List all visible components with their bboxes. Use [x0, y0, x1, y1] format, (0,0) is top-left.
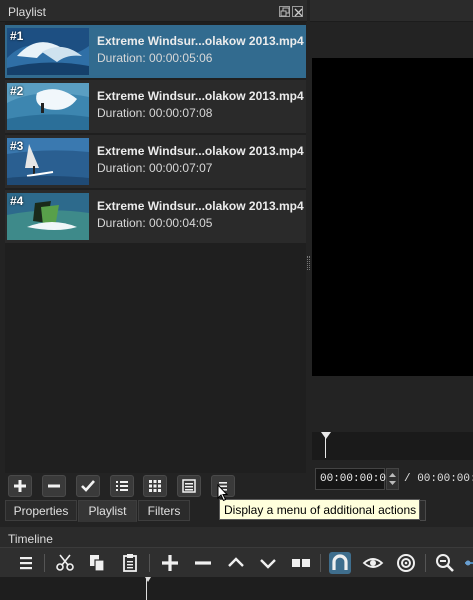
cut-icon[interactable]	[54, 552, 76, 574]
tab-playlist[interactable]: Playlist	[78, 500, 137, 522]
mouse-cursor-icon	[217, 484, 229, 502]
append-icon[interactable]	[159, 552, 181, 574]
update-icon[interactable]	[76, 475, 100, 497]
playlist-row[interactable]: #3 Extreme Windsur...olakow 2013.mp4 Dur…	[5, 135, 306, 188]
lift-icon[interactable]	[225, 552, 247, 574]
ripple-icon[interactable]	[395, 552, 417, 574]
splitter-handle[interactable]	[307, 256, 310, 270]
playlist-toolbar	[0, 473, 310, 500]
playlist-list[interactable]: #1 Extreme Windsur...olakow 2013.mp4 Dur…	[5, 22, 306, 473]
timeline-playhead-handle[interactable]	[145, 577, 151, 582]
tab-filters[interactable]: Filters	[138, 500, 190, 521]
overwrite-icon[interactable]	[257, 552, 279, 574]
timeline-toolbar	[0, 547, 473, 577]
snap-icon[interactable]	[329, 552, 351, 574]
viewer-button[interactable]	[420, 500, 426, 521]
clip-duration: Duration: 00:00:05:06	[97, 51, 213, 65]
playhead-handle[interactable]	[321, 432, 331, 439]
clip-duration: Duration: 00:00:04:05	[97, 216, 213, 230]
clip-duration: Duration: 00:00:07:07	[97, 161, 213, 175]
paste-icon[interactable]	[119, 552, 141, 574]
close-dock-icon[interactable]	[292, 6, 303, 17]
viewer-scrubber[interactable]	[312, 432, 473, 460]
playlist-row[interactable]: #2 Extreme Windsur...olakow 2013.mp4 Dur…	[5, 80, 306, 133]
playlist-dock-title: Playlist	[0, 0, 307, 22]
playlist-row[interactable]: #1 Extreme Windsur...olakow 2013.mp4 Dur…	[5, 25, 306, 78]
total-duration: / 00:00:00:01	[404, 473, 473, 485]
remove-icon[interactable]	[42, 475, 66, 497]
clip-number: #3	[10, 139, 24, 153]
video-viewer[interactable]	[312, 58, 473, 376]
float-dock-icon[interactable]	[279, 6, 290, 17]
scrub-icon[interactable]	[362, 552, 384, 574]
tiles-view-icon[interactable]	[143, 475, 167, 497]
clip-duration: Duration: 00:00:07:08	[97, 106, 213, 120]
timecode-stepper[interactable]	[386, 468, 399, 490]
clip-number: #1	[10, 29, 24, 43]
zoom-slider-icon[interactable]	[462, 552, 473, 574]
add-icon[interactable]	[8, 475, 32, 497]
dock-tabs: Properties Playlist Filters	[5, 500, 255, 522]
split-icon[interactable]	[290, 552, 312, 574]
clip-name: Extreme Windsur...olakow 2013.mp4	[97, 144, 304, 158]
timeline-ruler[interactable]	[0, 577, 473, 600]
playlist-title: Playlist	[8, 5, 47, 19]
clip-name: Extreme Windsur...olakow 2013.mp4	[97, 199, 304, 213]
clip-name: Extreme Windsur...olakow 2013.mp4	[97, 34, 304, 48]
tab-properties[interactable]: Properties	[5, 500, 77, 521]
clip-number: #2	[10, 84, 24, 98]
timeline-dock-title: Timeline	[0, 527, 473, 547]
details-view-icon[interactable]	[110, 475, 134, 497]
tooltip: Display a menu of additional actions	[219, 499, 420, 520]
zoom-out-icon[interactable]	[434, 552, 456, 574]
clip-name: Extreme Windsur...olakow 2013.mp4	[97, 89, 304, 103]
copy-icon[interactable]	[86, 552, 108, 574]
menu-icon[interactable]	[15, 552, 37, 574]
remove-icon[interactable]	[192, 552, 214, 574]
playlist-row[interactable]: #4 Extreme Windsur...olakow 2013.mp4 Dur…	[5, 190, 306, 243]
viewer-top-bar	[310, 0, 473, 22]
icons-view-icon[interactable]	[177, 475, 201, 497]
position-timecode-field[interactable]: 00:00:00:00	[315, 468, 393, 490]
timeline-title: Timeline	[8, 532, 53, 546]
clip-number: #4	[10, 194, 24, 208]
